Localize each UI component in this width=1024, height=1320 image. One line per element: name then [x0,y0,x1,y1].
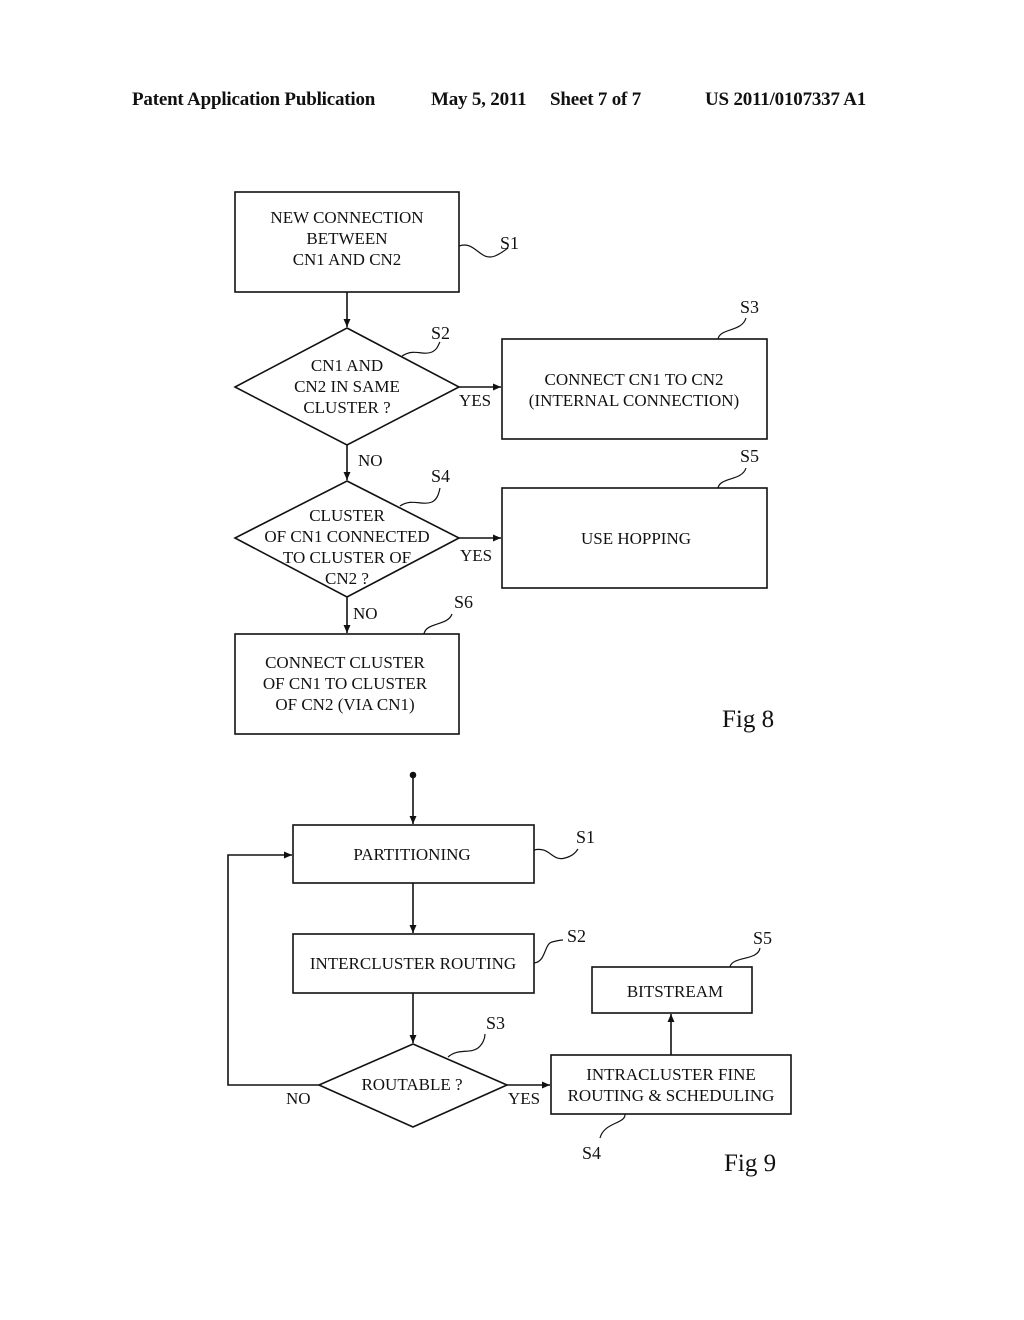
fig9-s2-leader [533,939,564,964]
fig8-s6-ref: S6 [454,592,473,612]
fig8-s1-ref: S1 [500,233,519,253]
fig8-s4-line2: OF CN1 CONNECTED [264,527,429,546]
fig9-s3-line1: ROUTABLE ? [361,1075,462,1094]
fig8-s1-line2: BETWEEN [306,229,387,248]
fig8-s5-leader [717,467,747,489]
fig9-s4-leader [599,1113,626,1139]
fig8-s4-line1: CLUSTER [309,506,385,525]
fig8-s1-line1: NEW CONNECTION [270,208,423,227]
fig8-s3-ref: S3 [740,297,759,317]
fig8-s2-line1: CN1 AND [311,356,383,375]
fig9-s3-yes-label: YES [508,1089,540,1108]
fig9-s2-ref: S2 [567,926,586,946]
fig8-s2-yes-label: YES [459,391,491,410]
fig8-s6-line1: CONNECT CLUSTER [265,653,425,672]
fig9-s3-leader [447,1033,486,1058]
fig8-s4-ref: S4 [431,466,450,486]
fig9-s4-ref: S4 [582,1143,601,1163]
fig9-s4-box [550,1054,792,1115]
fig8-s2-leader [401,341,441,357]
fig8-s2-line2: CN2 IN SAME [294,377,400,396]
fig9-s5-ref: S5 [753,928,772,948]
fig8-s4-leader [399,487,441,507]
fig8-s6-leader [423,613,453,635]
fig8-s3-leader [717,317,747,340]
fig8-s6-line3: OF CN2 (VIA CN1) [275,695,414,714]
fig8-s2-ref: S2 [431,323,450,343]
fig9-caption: Fig 9 [724,1150,776,1177]
fig8-s4-line4: CN2 ? [325,569,369,588]
fig8-s6-line2: OF CN1 TO CLUSTER [263,674,428,693]
fig8-s4-yes-label: YES [460,546,492,565]
fig9-s5-line1: BITSTREAM [627,982,723,1001]
fig9-arrow-no-loop [227,851,319,1086]
fig8-s2-no-label: NO [358,451,383,470]
fig9-s3-ref: S3 [486,1013,505,1033]
fig8-s2-line3: CLUSTER ? [303,398,390,417]
fig9-s4-line1: INTRACLUSTER FINE [586,1065,756,1084]
fig8-caption: Fig 8 [722,706,774,733]
fig8-s3-box [501,338,768,440]
fig8-s4-line3: TO CLUSTER OF [283,548,411,567]
fig8-s5-ref: S5 [740,446,759,466]
fig9-s5-leader [729,947,761,968]
fig9-s3-no-label: NO [286,1089,311,1108]
fig8-s5-line1: USE HOPPING [581,529,691,548]
flowcharts: NEW CONNECTION BETWEEN CN1 AND CN2 S1 CN… [227,191,792,1177]
fig8-s3-line1: CONNECT CN1 TO CN2 [545,370,724,389]
fig8-s4-no-label: NO [353,604,378,623]
fig9-s1-line1: PARTITIONING [353,845,470,864]
fig9-s1-ref: S1 [576,827,595,847]
fig9-s4-line2: ROUTING & SCHEDULING [568,1086,775,1105]
fig9-s1-leader [533,848,579,860]
fig9-s2-line1: INTERCLUSTER ROUTING [310,954,516,973]
fig8-s1-line3: CN1 AND CN2 [293,250,402,269]
fig8-s3-line2: (INTERNAL CONNECTION) [529,391,739,410]
